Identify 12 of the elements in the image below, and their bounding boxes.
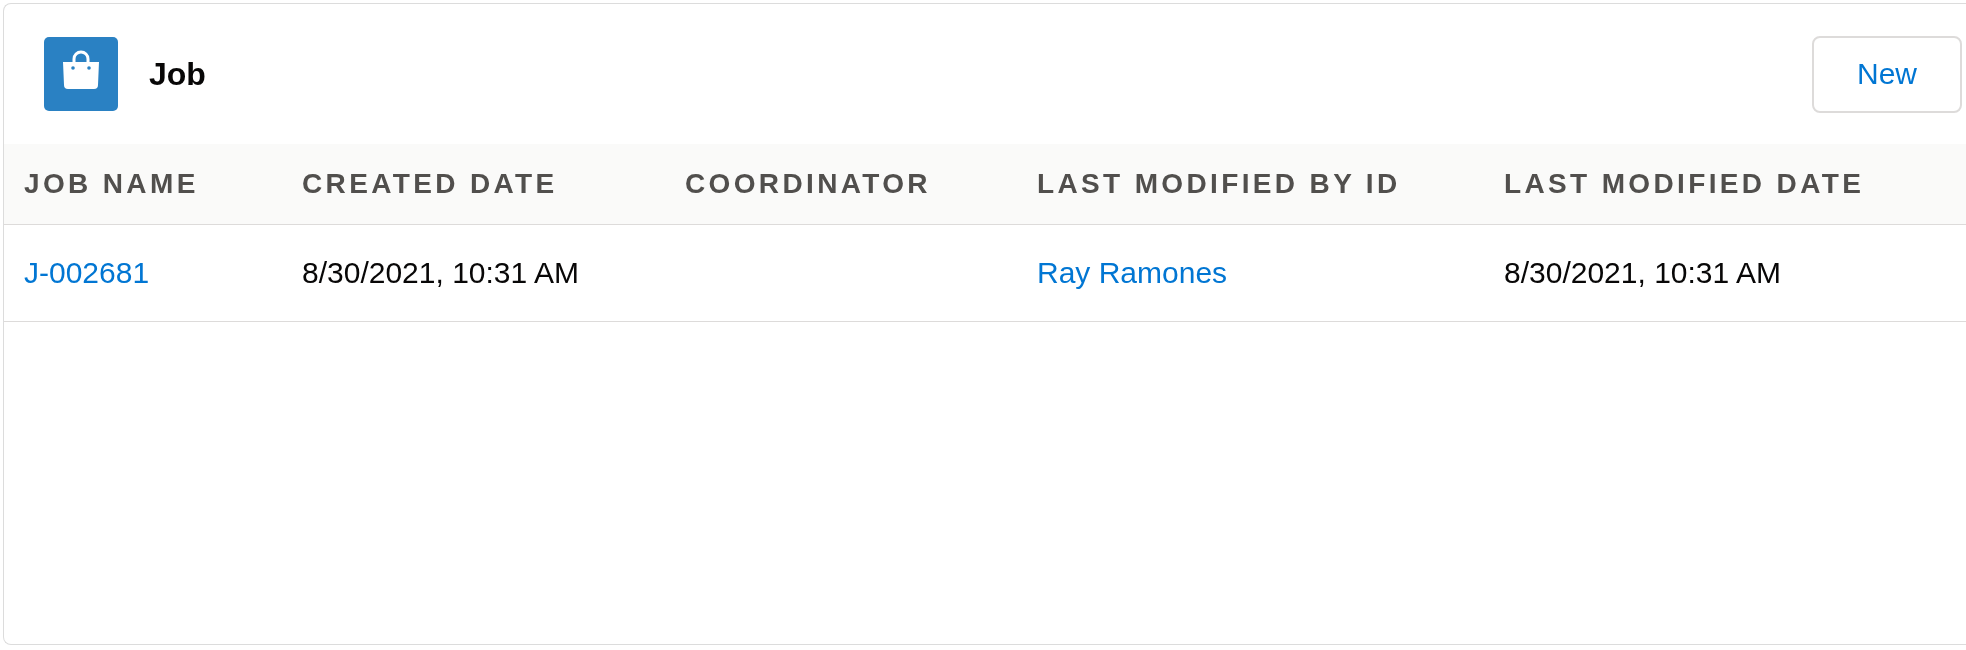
- new-button[interactable]: New: [1812, 35, 1962, 113]
- column-header: CREATED DATE: [302, 167, 558, 199]
- column-header: LAST MODIFIED BY ID: [1037, 167, 1401, 199]
- record-link[interactable]: Ray Ramones: [1037, 256, 1228, 289]
- column-header: LAST MODIFIED DATE: [1504, 167, 1865, 199]
- bag-icon: [44, 37, 118, 111]
- date-text: 8/30/2021, 10:31 AM: [1504, 256, 1781, 289]
- card-title: Job: [149, 58, 206, 90]
- column-header: JOB NAME: [24, 167, 199, 199]
- date-text: 8/30/2021, 10:31 AM: [302, 256, 579, 289]
- column-header: COORDINATOR: [685, 167, 931, 199]
- record-link[interactable]: J-002681: [24, 256, 150, 289]
